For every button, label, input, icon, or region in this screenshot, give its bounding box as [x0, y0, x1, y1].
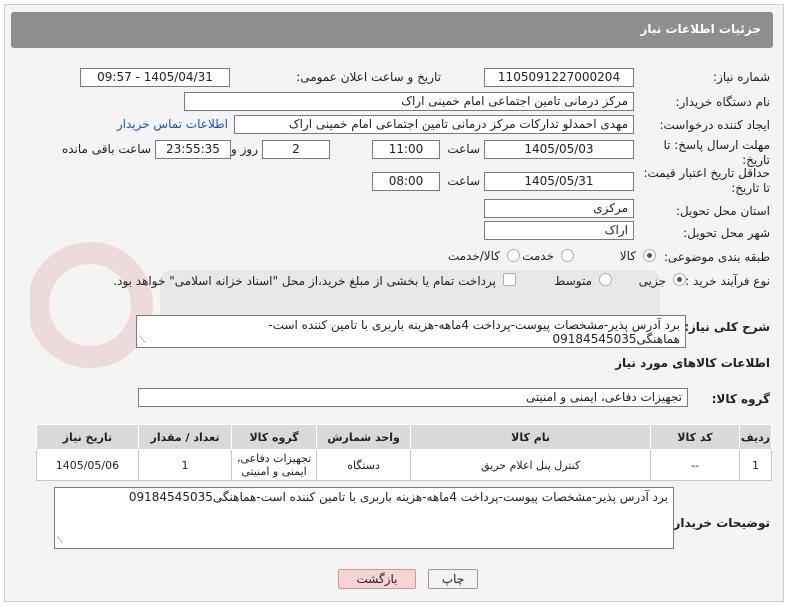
deadline-date-field: 1405/05/03	[484, 140, 634, 159]
process-option-minor: جزیی	[638, 274, 666, 288]
treasury-payment-checkbox[interactable]	[503, 273, 516, 286]
cell-unit: دستگاه	[315, 449, 412, 481]
deadline-time-field: 11:00	[372, 140, 440, 159]
category-option-service: خدمت	[522, 249, 554, 263]
remaining-time-field: 23:55:35	[155, 140, 231, 159]
col-qty: تعداد / مقدار	[137, 424, 233, 450]
process-radio-medium[interactable]	[599, 273, 612, 286]
need-number-field: 1105091227000204	[484, 68, 634, 87]
deadline-time-label: ساعت	[447, 142, 480, 156]
category-radio-both[interactable]	[507, 249, 520, 262]
buyer-org-label: نام دستگاه خریدار:	[675, 95, 771, 109]
min-price-time-field: 08:00	[372, 172, 440, 191]
buyer-notes-field: برد آدرس پذیر-مشخصات پیوست-پرداخت 4ماهه-…	[54, 487, 674, 549]
goods-table-header: ردیف کد کالا نام کالا واحد شمارش گروه کا…	[36, 424, 773, 450]
process-label: نوع فرآیند خرید :	[685, 274, 770, 288]
category-option-both: کالا/خدمت	[447, 249, 500, 263]
days-field: 2	[262, 140, 330, 159]
min-price-date-field: 1405/05/31	[484, 172, 634, 191]
buyer-notes-label: توضیحات خریدار:	[668, 516, 770, 530]
requester-label: ایجاد کننده درخواست:	[659, 118, 770, 132]
goods-section-title: اطلاعات کالاهای مورد نیاز	[615, 356, 770, 370]
category-radio-service[interactable]	[561, 249, 574, 262]
col-row: ردیف	[738, 424, 773, 450]
buyer-org-field: مرکز درمانی تامین اجتماعی امام خمینی ارا…	[184, 92, 634, 111]
description-text: برد آدرس پذیر-مشخصات پیوست-پرداخت 4ماهه-…	[268, 318, 680, 346]
category-option-goods: کالا	[619, 249, 636, 263]
days-label: روز و	[231, 142, 258, 156]
contact-info-link[interactable]: اطلاعات تماس خریدار	[117, 117, 228, 131]
process-option-medium: متوسط	[554, 274, 592, 288]
category-label: طبقه بندی موضوعی:	[663, 250, 770, 264]
description-field: برد آدرس پذیر-مشخصات پیوست-پرداخت 4ماهه-…	[136, 315, 686, 348]
col-unit: واحد شمارش	[315, 424, 412, 450]
announce-label: تاریخ و ساعت اعلان عمومی:	[296, 70, 441, 84]
min-price-label: حداقل تاریخ اعتبار قیمت: تا تاریخ:	[643, 166, 770, 195]
col-name: نام کالا	[410, 424, 651, 450]
goods-group-field: تجهیزات دفاعی، ایمنی و امنیتی	[138, 388, 688, 407]
remaining-label: ساعت باقی مانده	[61, 142, 151, 156]
page-title: جزئیات اطلاعات نیاز	[640, 22, 761, 36]
page-header: جزئیات اطلاعات نیاز	[11, 12, 773, 48]
deadline-label: مهلت ارسال پاسخ: تا تاریخ:	[663, 138, 770, 167]
col-code: کد کالا	[649, 424, 740, 450]
category-radio-goods[interactable]	[643, 249, 656, 262]
cell-name: کنترل پنل اعلام حریق	[410, 449, 651, 481]
table-row: 1 -- کنترل پنل اعلام حریق دستگاه تجهیزات…	[36, 449, 773, 481]
buyer-notes-text: برد آدرس پذیر-مشخصات پیوست-پرداخت 4ماهه-…	[128, 490, 668, 504]
need-number-label: شماره نیاز:	[713, 70, 770, 84]
cell-date: 1405/05/06	[36, 449, 139, 481]
process-radio-minor[interactable]	[673, 273, 686, 286]
announce-field: 1405/04/31 - 09:57	[80, 68, 230, 87]
col-group: گروه کالا	[231, 424, 317, 450]
print-button[interactable]: چاپ	[428, 569, 478, 589]
province-label: استان محل تحویل:	[675, 204, 770, 218]
cell-code: --	[649, 449, 740, 481]
cell-row: 1	[738, 449, 773, 481]
cell-group: تجهیزات دفاعی، ایمنی و امنیتی	[231, 449, 317, 481]
resize-grip-icon[interactable]: ⟋	[139, 335, 145, 345]
requester-field: مهدی احمدلو تدارکات مرکز درمانی تامین اج…	[234, 115, 634, 134]
back-button[interactable]: بازگشت	[338, 569, 416, 589]
description-label: شرح کلی نیاز:	[684, 320, 770, 334]
city-field: اراک	[484, 221, 634, 240]
col-date: تاریخ نیاز	[36, 424, 139, 450]
goods-table: ردیف کد کالا نام کالا واحد شمارش گروه کا…	[36, 424, 773, 481]
city-label: شهر محل تحویل:	[683, 226, 770, 240]
resize-grip-icon[interactable]: ⟋	[57, 536, 63, 546]
cell-qty: 1	[137, 449, 233, 481]
goods-group-label: گروه کالا:	[711, 392, 770, 406]
min-price-time-label: ساعت	[447, 174, 480, 188]
province-field: مرکزی	[484, 199, 634, 218]
treasury-payment-note: پرداخت تمام یا بخشی از مبلغ خرید،از محل …	[113, 274, 496, 288]
